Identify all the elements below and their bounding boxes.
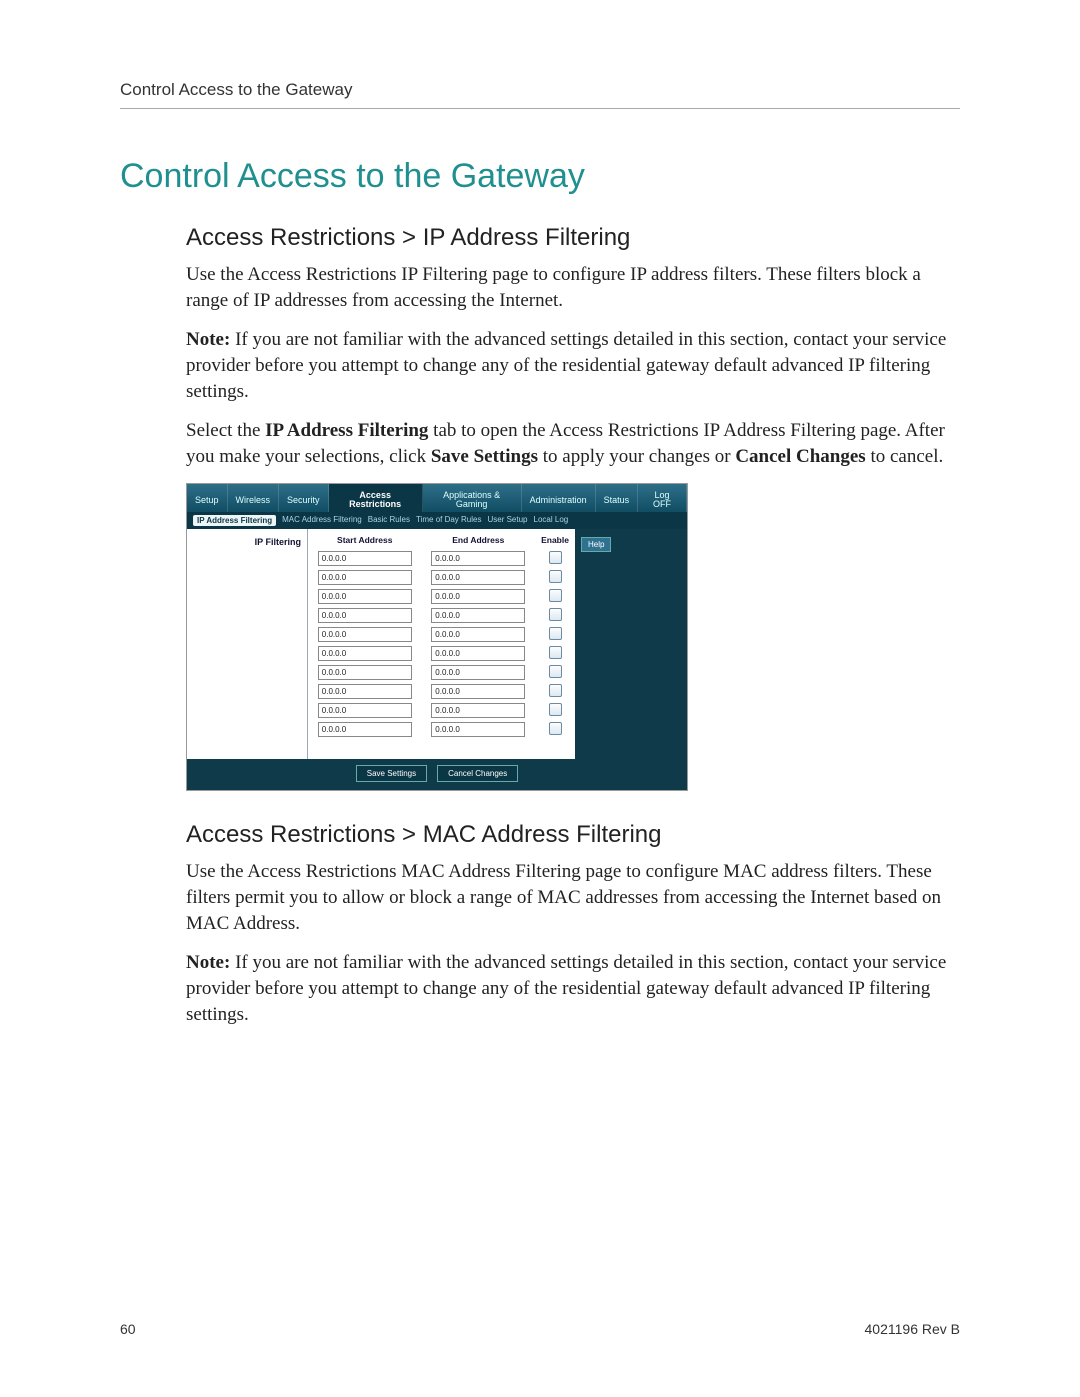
topnav-tab[interactable]: Wireless [228, 484, 280, 512]
p3b: IP Address Filtering [265, 420, 428, 441]
p3a: Select the [186, 420, 265, 441]
end-address-input[interactable]: 0.0.0.0 [431, 684, 525, 699]
router-topnav: SetupWirelessSecurityAccess Restrictions… [187, 484, 687, 512]
p3f: Cancel Changes [735, 446, 865, 467]
table-row: 0.0.0.0 0.0.0.0 [308, 625, 575, 644]
start-address-input[interactable]: 0.0.0.0 [318, 627, 412, 642]
col-enable: Enable [535, 529, 575, 549]
note-label-2: Note: [186, 952, 230, 973]
section2-p2-text: If you are not familiar with the advance… [186, 952, 946, 1024]
subnav-tab[interactable]: Local Log [534, 515, 569, 526]
subnav-tab[interactable]: User Setup [487, 515, 527, 526]
save-settings-button[interactable]: Save Settings [356, 765, 427, 782]
help-button[interactable]: Help [581, 537, 611, 552]
col-end: End Address [422, 529, 536, 549]
start-address-input[interactable]: 0.0.0.0 [318, 684, 412, 699]
end-address-input[interactable]: 0.0.0.0 [431, 589, 525, 604]
page-title: Control Access to the Gateway [120, 157, 960, 196]
cancel-changes-button[interactable]: Cancel Changes [437, 765, 518, 782]
subnav-tab[interactable]: Basic Rules [368, 515, 410, 526]
section2-p1: Use the Access Restrictions MAC Address … [120, 859, 960, 936]
enable-checkbox[interactable] [549, 684, 562, 697]
end-address-input[interactable]: 0.0.0.0 [431, 646, 525, 661]
page-footer: 60 4021196 Rev B [120, 1321, 960, 1337]
start-address-input[interactable]: 0.0.0.0 [318, 646, 412, 661]
end-address-input[interactable]: 0.0.0.0 [431, 627, 525, 642]
enable-checkbox[interactable] [549, 703, 562, 716]
enable-checkbox[interactable] [549, 570, 562, 583]
table-row: 0.0.0.0 0.0.0.0 [308, 720, 575, 739]
enable-checkbox[interactable] [549, 646, 562, 659]
enable-checkbox[interactable] [549, 589, 562, 602]
table-row: 0.0.0.0 0.0.0.0 [308, 663, 575, 682]
section1-p3: Select the IP Address Filtering tab to o… [120, 418, 960, 469]
running-header: Control Access to the Gateway [120, 80, 960, 104]
sidebar-label: IP Filtering [187, 529, 307, 555]
router-help-panel: Help [575, 529, 687, 759]
section1-p2-text: If you are not familiar with the advance… [186, 329, 946, 401]
subnav-tab[interactable]: MAC Address Filtering [282, 515, 362, 526]
doc-id: 4021196 Rev B [865, 1321, 960, 1337]
section1-p2: Note: If you are not familiar with the a… [120, 327, 960, 404]
start-address-input[interactable]: 0.0.0.0 [318, 703, 412, 718]
router-filter-table: Start Address End Address Enable 0.0.0.0… [308, 529, 575, 759]
section1-p1: Use the Access Restrictions IP Filtering… [120, 262, 960, 313]
end-address-input[interactable]: 0.0.0.0 [431, 608, 525, 623]
enable-checkbox[interactable] [549, 665, 562, 678]
topnav-tab[interactable]: Access Restrictions [329, 484, 423, 512]
p3d: Save Settings [431, 446, 538, 467]
subnav-tab[interactable]: Time of Day Rules [416, 515, 482, 526]
col-start: Start Address [308, 529, 422, 549]
p3e: to apply your changes or [538, 446, 735, 467]
table-row: 0.0.0.0 0.0.0.0 [308, 682, 575, 701]
start-address-input[interactable]: 0.0.0.0 [318, 551, 412, 566]
start-address-input[interactable]: 0.0.0.0 [318, 722, 412, 737]
table-row: 0.0.0.0 0.0.0.0 [308, 606, 575, 625]
table-row: 0.0.0.0 0.0.0.0 [308, 549, 575, 568]
table-row: 0.0.0.0 0.0.0.0 [308, 568, 575, 587]
router-subnav: IP Address Filtering MAC Address Filterin… [187, 512, 687, 529]
header-rule [120, 108, 960, 109]
end-address-input[interactable]: 0.0.0.0 [431, 570, 525, 585]
topnav-tab[interactable]: Applications & Gaming [423, 484, 522, 512]
subnav-tab[interactable]: IP Address Filtering [193, 515, 276, 526]
topnav-tab[interactable]: Log OFF [638, 484, 687, 512]
enable-checkbox[interactable] [549, 722, 562, 735]
topnav-tab[interactable]: Administration [522, 484, 596, 512]
topnav-tab[interactable]: Setup [187, 484, 228, 512]
section2-p2: Note: If you are not familiar with the a… [120, 950, 960, 1027]
start-address-input[interactable]: 0.0.0.0 [318, 589, 412, 604]
table-row: 0.0.0.0 0.0.0.0 [308, 644, 575, 663]
enable-checkbox[interactable] [549, 627, 562, 640]
router-sidebar: IP Filtering [187, 529, 308, 759]
end-address-input[interactable]: 0.0.0.0 [431, 722, 525, 737]
end-address-input[interactable]: 0.0.0.0 [431, 551, 525, 566]
enable-checkbox[interactable] [549, 608, 562, 621]
table-row: 0.0.0.0 0.0.0.0 [308, 587, 575, 606]
router-button-bar: Save Settings Cancel Changes [187, 759, 687, 790]
router-screenshot: SetupWirelessSecurityAccess Restrictions… [186, 483, 688, 791]
start-address-input[interactable]: 0.0.0.0 [318, 608, 412, 623]
note-label: Note: [186, 329, 230, 350]
section1-heading: Access Restrictions > IP Address Filteri… [120, 224, 960, 252]
enable-checkbox[interactable] [549, 551, 562, 564]
page-number: 60 [120, 1321, 136, 1337]
p3g: to cancel. [866, 446, 944, 467]
topnav-tab[interactable]: Security [279, 484, 329, 512]
start-address-input[interactable]: 0.0.0.0 [318, 570, 412, 585]
table-row: 0.0.0.0 0.0.0.0 [308, 701, 575, 720]
section2-heading: Access Restrictions > MAC Address Filter… [120, 821, 960, 849]
end-address-input[interactable]: 0.0.0.0 [431, 665, 525, 680]
start-address-input[interactable]: 0.0.0.0 [318, 665, 412, 680]
topnav-tab[interactable]: Status [596, 484, 639, 512]
end-address-input[interactable]: 0.0.0.0 [431, 703, 525, 718]
